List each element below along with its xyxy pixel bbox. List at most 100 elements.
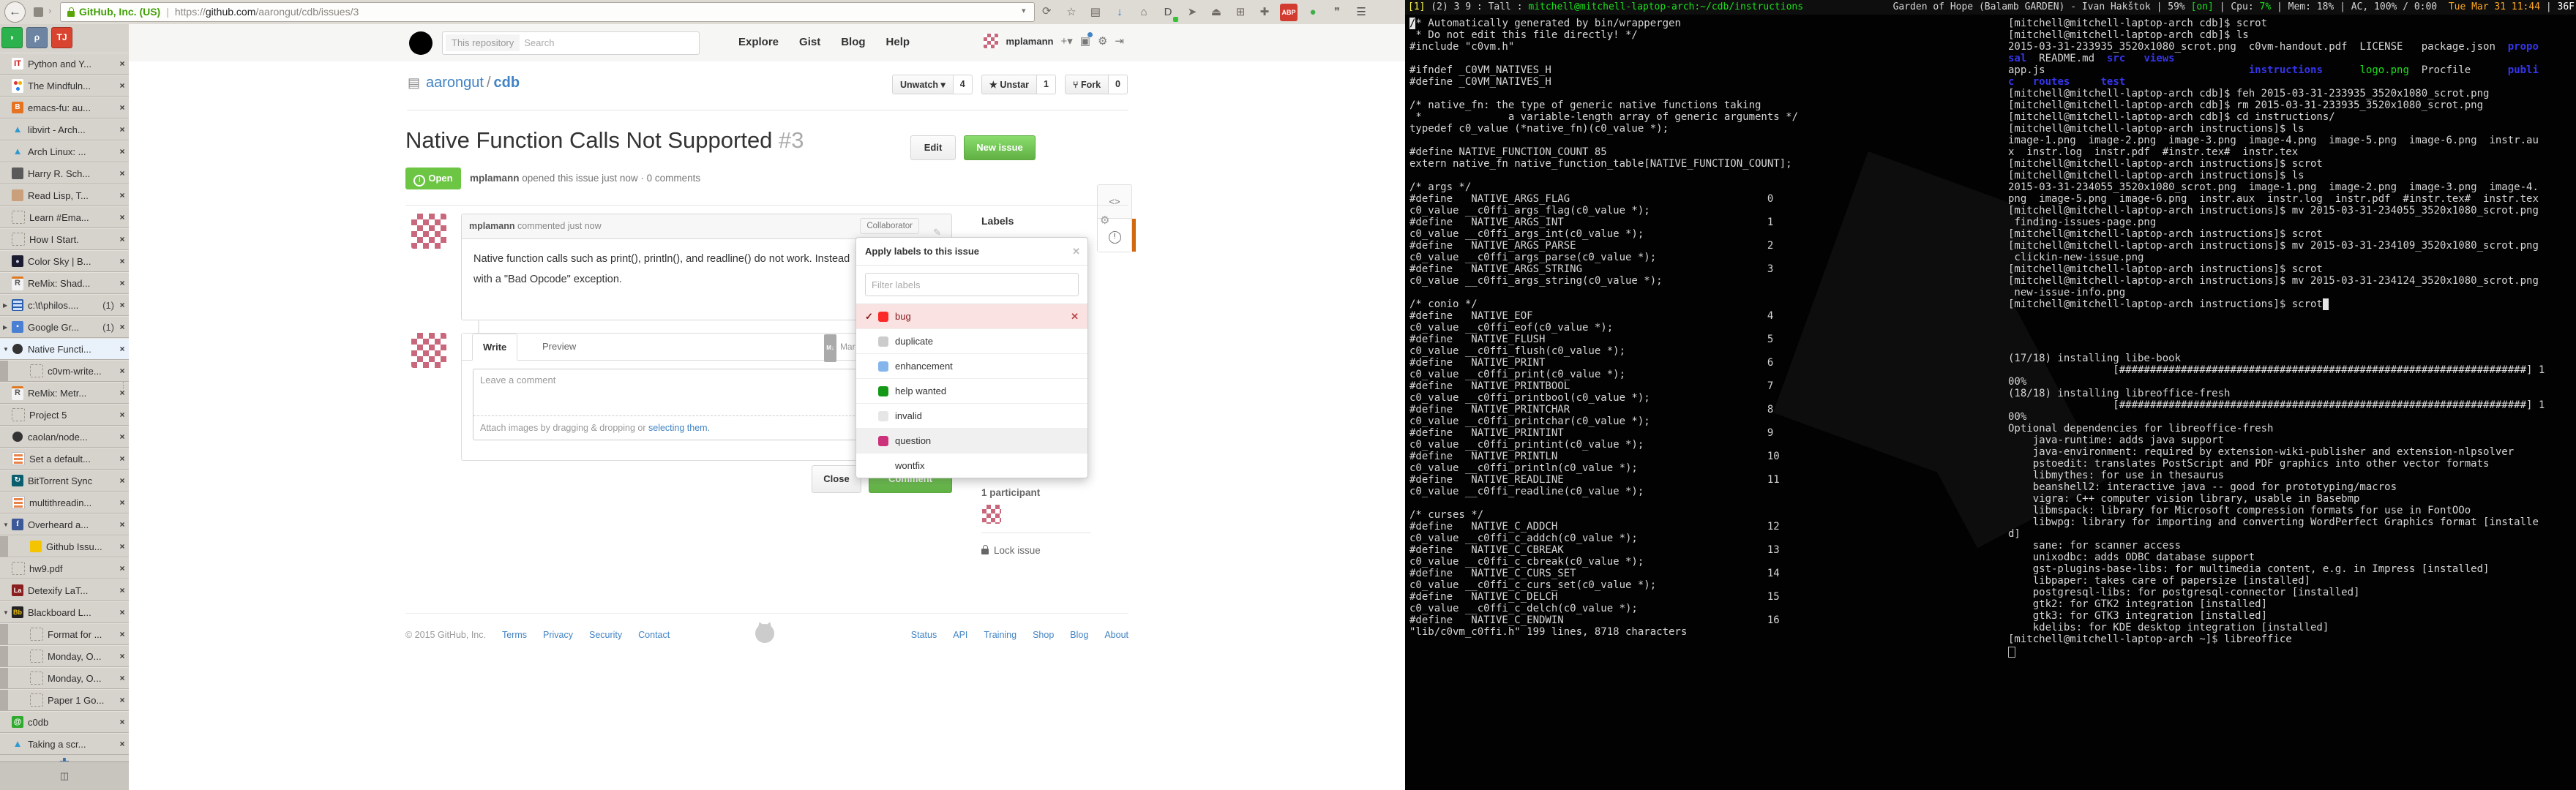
close-tab-icon[interactable]: × xyxy=(116,322,129,332)
url-input[interactable]: GitHub, Inc. (US)|https://github.com/aar… xyxy=(60,2,1035,22)
footer-link-status[interactable]: Status xyxy=(911,630,937,640)
watch-count[interactable]: 4 xyxy=(954,75,973,94)
comment-avatar[interactable] xyxy=(411,214,446,249)
footer-link-blog[interactable]: Blog xyxy=(1070,630,1088,640)
nav-blog[interactable]: Blog xyxy=(841,36,865,48)
footer-link-contact[interactable]: Contact xyxy=(638,630,670,640)
sign-out-icon[interactable]: ⇥ xyxy=(1115,34,1124,48)
close-tab-icon[interactable]: × xyxy=(116,410,129,420)
shell-pane-top[interactable]: [mitchell@mitchell-laptop-arch cdb]$ scr… xyxy=(2008,18,2576,310)
notifications-icon[interactable]: ▣ xyxy=(1080,34,1090,48)
twisty-icon[interactable]: ▼ xyxy=(3,609,12,616)
tab-c-t-philos[interactable]: ▶c:\t\philos....(1)× xyxy=(0,294,129,316)
tab-arch-linux[interactable]: ▲Arch Linux: ...× xyxy=(0,140,129,162)
eject-icon[interactable]: ⏏ xyxy=(1208,4,1225,21)
pocket-icon[interactable]: ➤ xyxy=(1183,4,1201,21)
label-option-question[interactable]: question xyxy=(856,428,1087,453)
tab-the-mindfuln[interactable]: The Mindfuln...× xyxy=(0,75,129,97)
close-tab-icon[interactable]: × xyxy=(116,497,129,508)
close-tab-icon[interactable]: × xyxy=(116,124,129,135)
star-count[interactable]: 1 xyxy=(1037,75,1056,94)
home-icon[interactable]: ⌂ xyxy=(1135,4,1153,21)
tab-python-and-y[interactable]: ITPython and Y...× xyxy=(0,53,129,75)
extension-grid-icon[interactable]: ⊞ xyxy=(1232,4,1249,21)
tab-set-a-default[interactable]: Set a default...× xyxy=(0,448,129,470)
close-tab-icon[interactable]: × xyxy=(116,190,129,200)
close-tab-icon[interactable]: × xyxy=(116,146,129,157)
close-popover-icon[interactable]: ✕ xyxy=(1072,238,1080,265)
close-tab-icon[interactable]: × xyxy=(116,234,129,244)
repo-owner-link[interactable]: aarongut xyxy=(426,75,484,91)
search-input[interactable]: This repositorySearch xyxy=(442,31,700,55)
tab-monday-o[interactable]: Monday, O...× xyxy=(0,645,129,667)
reload-icon[interactable]: ⟳ xyxy=(1042,4,1052,18)
tab-github-issu[interactable]: Github Issu...× xyxy=(0,535,129,557)
close-tab-icon[interactable]: × xyxy=(116,629,129,639)
new-dropdown-icon[interactable]: +▾ xyxy=(1060,34,1072,48)
tab-format-for[interactable]: Format for ...× xyxy=(0,623,129,645)
tab-preview[interactable]: Preview xyxy=(532,334,586,359)
tab-read-lisp-t[interactable]: Read Lisp, T...× xyxy=(0,184,129,206)
close-tab-icon[interactable]: × xyxy=(116,454,129,464)
tab-bittorrent-sync[interactable]: ↻BitTorrent Sync× xyxy=(0,470,129,492)
tab-overheard-a[interactable]: ▼fOverheard a...× xyxy=(0,514,129,535)
footer-link-terms[interactable]: Terms xyxy=(502,630,527,640)
twisty-icon[interactable]: ▼ xyxy=(3,522,12,528)
sidebar-toggle-bar[interactable]: ◫ xyxy=(0,761,129,790)
label-option-wontfix[interactable]: wontfix xyxy=(856,453,1087,478)
twisty-icon[interactable]: ▶ xyxy=(3,302,12,309)
filter-labels-input[interactable]: Filter labels xyxy=(865,273,1079,296)
label-option-bug[interactable]: ✓bug✕ xyxy=(856,304,1087,328)
twisty-icon[interactable]: ▶ xyxy=(3,324,12,331)
fork-count[interactable]: 0 xyxy=(1109,75,1128,94)
tab-how-i-start[interactable]: How I Start.× xyxy=(0,228,129,250)
shell-pane-bottom[interactable]: (17/18) installing libe-book [##########… xyxy=(2008,353,2576,657)
nav-gist[interactable]: Gist xyxy=(799,36,820,48)
chat-icon[interactable]: ❞ xyxy=(1328,4,1346,21)
nav-help[interactable]: Help xyxy=(886,36,910,48)
new-issue-button[interactable]: New issue xyxy=(964,135,1036,160)
sidebar-resize-handle[interactable]: ⋮ xyxy=(119,380,127,390)
close-tab-icon[interactable]: × xyxy=(116,344,129,354)
adblock-plus-icon[interactable]: ABP xyxy=(1280,4,1298,21)
labels-gear-icon[interactable]: ⚙ xyxy=(1100,214,1109,227)
tab-blackboard-l[interactable]: ▼BbBlackboard L...× xyxy=(0,601,129,623)
footer-link-about[interactable]: About xyxy=(1104,630,1128,640)
select-files-link[interactable]: selecting them. xyxy=(648,423,710,433)
close-tab-icon[interactable]: × xyxy=(116,432,129,442)
close-tab-icon[interactable]: × xyxy=(116,651,129,661)
close-tab-icon[interactable]: × xyxy=(116,59,129,69)
footer-link-privacy[interactable]: Privacy xyxy=(543,630,573,640)
close-issue-button[interactable]: Close xyxy=(812,465,861,493)
unwatch-button[interactable]: Unwatch ▾ xyxy=(892,75,954,94)
video-downloadhelper-icon[interactable]: D xyxy=(1159,4,1177,21)
tab-remix-metr[interactable]: RReMix: Metr...× xyxy=(0,382,129,404)
tab-remix-shad[interactable]: RReMix: Shad...× xyxy=(0,272,129,294)
label-option-enhancement[interactable]: enhancement xyxy=(856,353,1087,378)
close-tab-icon[interactable]: × xyxy=(116,541,129,552)
repo-name-link[interactable]: cdb xyxy=(494,75,520,91)
footer-link-training[interactable]: Training xyxy=(984,630,1016,640)
pinned-tab-feedly[interactable]: ◗ xyxy=(1,27,23,48)
reading-list-icon[interactable]: ▤ xyxy=(1087,4,1104,21)
footer-link-shop[interactable]: Shop xyxy=(1033,630,1054,640)
close-tab-icon[interactable]: × xyxy=(116,300,129,310)
back-button[interactable]: ← xyxy=(4,1,26,23)
pinned-tab-pandora[interactable]: ρ xyxy=(26,27,48,48)
vim-pane[interactable]: /* Automatically generated by bin/wrappe… xyxy=(1409,18,2002,638)
label-option-help-wanted[interactable]: help wanted xyxy=(856,378,1087,403)
footer-octocat-icon[interactable] xyxy=(755,624,774,643)
nav-explore[interactable]: Explore xyxy=(738,36,779,48)
close-tab-icon[interactable]: × xyxy=(116,585,129,595)
greasemonkey-icon[interactable]: ✚ xyxy=(1256,4,1273,21)
close-tab-icon[interactable]: × xyxy=(116,475,129,486)
tab-c0vm-write[interactable]: c0vm-write...× xyxy=(0,360,129,382)
url-dropdown-icon[interactable]: ▾ xyxy=(1022,6,1026,15)
close-tab-icon[interactable]: × xyxy=(116,739,129,749)
footer-link-api[interactable]: API xyxy=(953,630,967,640)
tab-write[interactable]: Write xyxy=(472,334,517,361)
participant-avatar[interactable] xyxy=(982,505,1001,524)
edit-button[interactable]: Edit xyxy=(910,135,956,160)
download-icon[interactable]: ↓ xyxy=(1111,4,1128,21)
tab-paper-1-go[interactable]: Paper 1 Go...× xyxy=(0,689,129,711)
